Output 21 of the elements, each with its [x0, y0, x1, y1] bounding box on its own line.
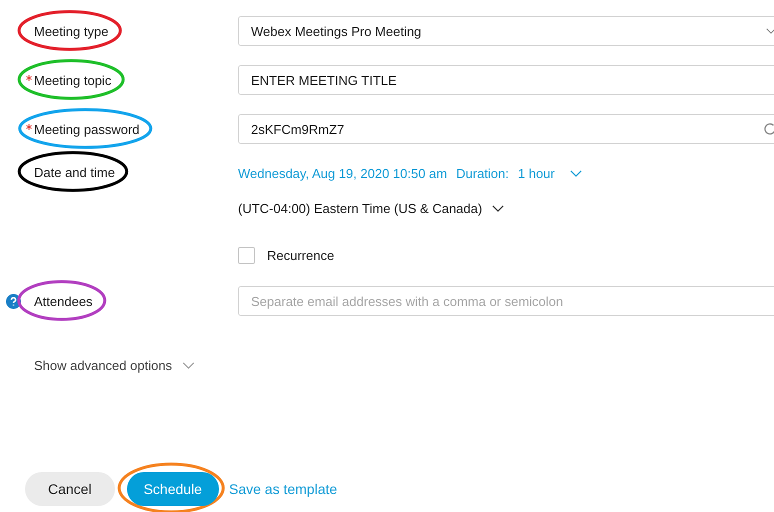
- input-field[interactable]: Separate email addresses with a comma or semicolon: [238, 286, 774, 316]
- chevron-icon: [492, 204, 504, 212]
- chevron-icon: [182, 362, 196, 369]
- checkbox-label: Recurrence: [267, 248, 334, 262]
- meeting-type-dropdown[interactable]: Webex Meetings Pro Meeting: [238, 16, 774, 46]
- help-icon[interactable]: [6, 294, 21, 309]
- input-field[interactable]: ENTER MEETING TITLE: [238, 65, 774, 95]
- chevron-icon: [766, 28, 774, 34]
- field-label: Meeting topic: [34, 72, 112, 88]
- password-field[interactable]: 2sKFCm9RmZ7: [238, 114, 774, 144]
- advanced-options-toggle[interactable]: Show advanced options: [34, 358, 196, 373]
- duration-label: Duration:: [456, 166, 509, 180]
- checkbox[interactable]: [238, 246, 255, 264]
- field-label: Meeting password: [34, 122, 140, 136]
- field-label: Date and time: [34, 165, 115, 180]
- field-label: Attendees: [34, 294, 93, 308]
- chevron-icon: [570, 170, 582, 176]
- timezone-selector[interactable]: (UTC-04:00) Eastern Time (US & Canada): [238, 200, 482, 216]
- cancel-button[interactable]: Cancel: [25, 472, 115, 506]
- field-label: Meeting type: [34, 24, 108, 38]
- refresh-icon[interactable]: [763, 122, 774, 136]
